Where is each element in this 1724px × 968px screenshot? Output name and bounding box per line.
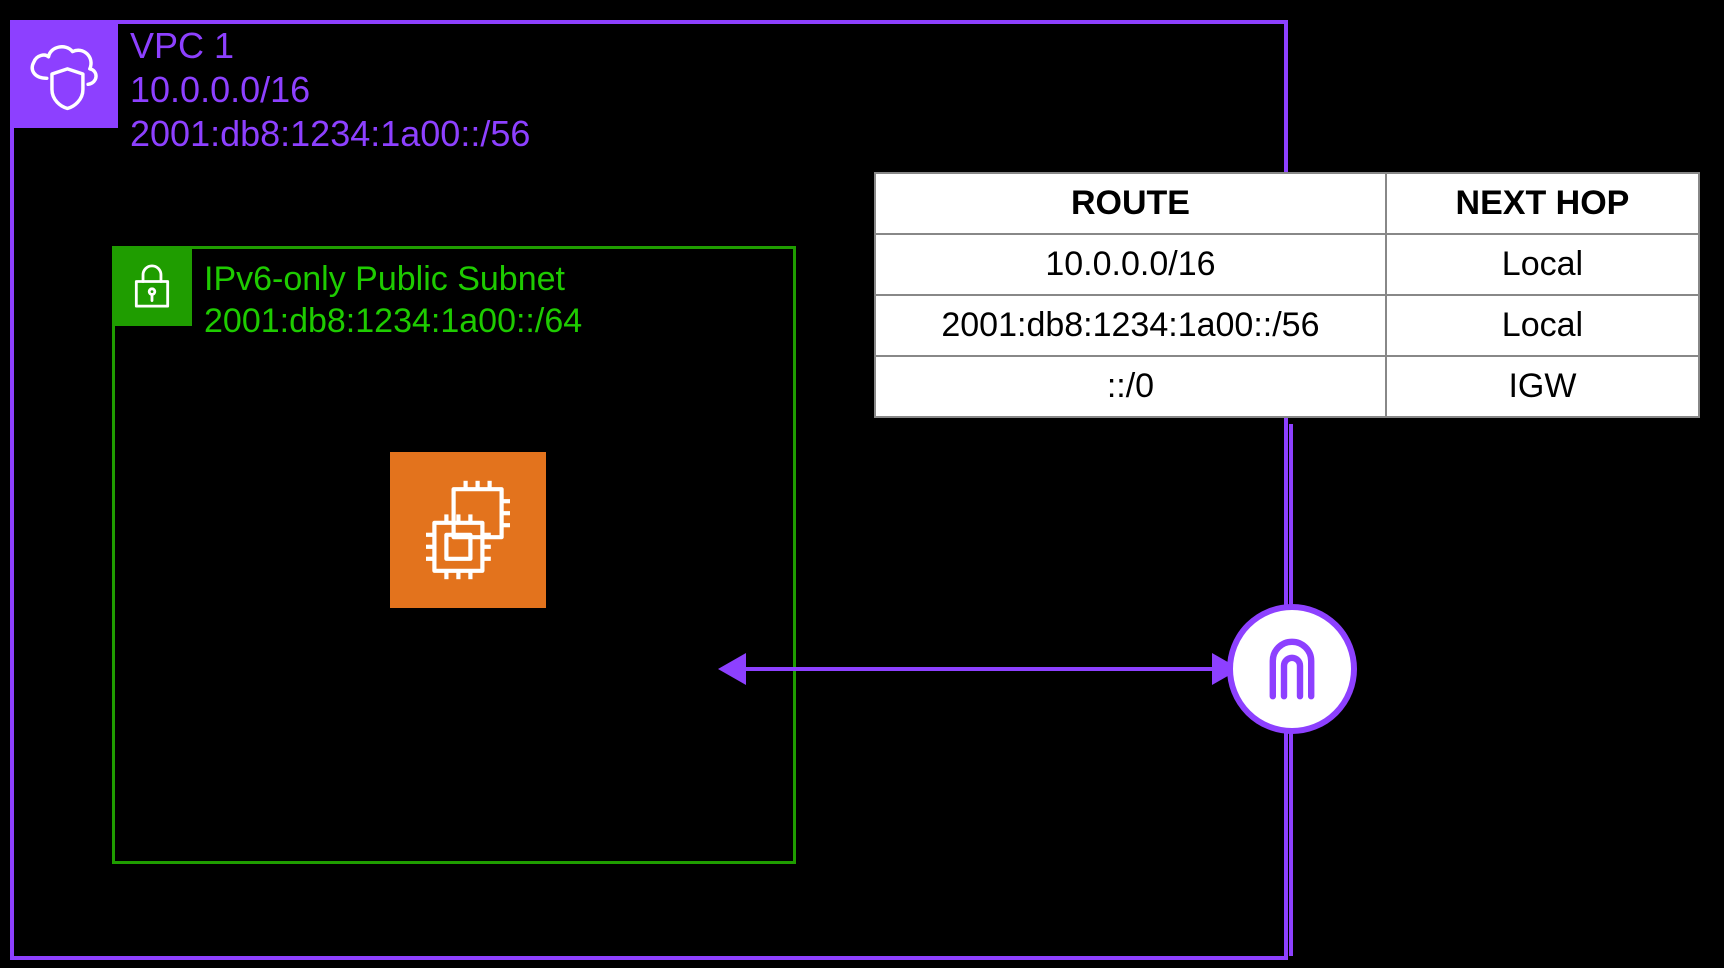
internet-gateway [1227, 604, 1357, 734]
next-hop-cell: IGW [1386, 356, 1699, 417]
vpc-icon-tile [10, 20, 118, 128]
connector-arrow-line [738, 667, 1238, 671]
route-table: ROUTE NEXT HOP 10.0.0.0/16 Local 2001:db… [874, 172, 1700, 418]
subnet-cidr-v6: 2001:db8:1234:1a00::/64 [204, 300, 582, 342]
diagram-canvas: VPC 1 10.0.0.0/16 2001:db8:1234:1a00::/5… [0, 0, 1724, 968]
route-header: ROUTE [875, 173, 1386, 234]
table-row: ::/0 IGW [875, 356, 1699, 417]
lock-icon [124, 258, 180, 314]
table-row: 10.0.0.0/16 Local [875, 234, 1699, 295]
vpc-label-block: VPC 1 10.0.0.0/16 2001:db8:1234:1a00::/5… [130, 24, 530, 156]
subnet-label-block: IPv6-only Public Subnet 2001:db8:1234:1a… [204, 258, 582, 342]
subnet-icon-tile [112, 246, 192, 326]
next-hop-cell: Local [1386, 234, 1699, 295]
next-hop-cell: Local [1386, 295, 1699, 356]
vpc-cidr-v4: 10.0.0.0/16 [130, 68, 530, 112]
arrow-head-left-icon [718, 653, 746, 685]
next-hop-header: NEXT HOP [1386, 173, 1699, 234]
connector-line-top [1289, 424, 1293, 610]
route-cell: ::/0 [875, 356, 1386, 417]
cloud-shield-icon [21, 31, 107, 117]
vpc-title: VPC 1 [130, 24, 530, 68]
table-row: 2001:db8:1234:1a00::/56 Local [875, 295, 1699, 356]
subnet-title: IPv6-only Public Subnet [204, 258, 582, 300]
vpc-cidr-v6: 2001:db8:1234:1a00::/56 [130, 112, 530, 156]
connector-line-bottom [1289, 730, 1293, 956]
table-header-row: ROUTE NEXT HOP [875, 173, 1699, 234]
route-cell: 10.0.0.0/16 [875, 234, 1386, 295]
internet-gateway-icon [1252, 629, 1332, 709]
route-cell: 2001:db8:1234:1a00::/56 [875, 295, 1386, 356]
ec2-instance-icon [408, 470, 528, 590]
ec2-instance-tile [390, 452, 546, 608]
